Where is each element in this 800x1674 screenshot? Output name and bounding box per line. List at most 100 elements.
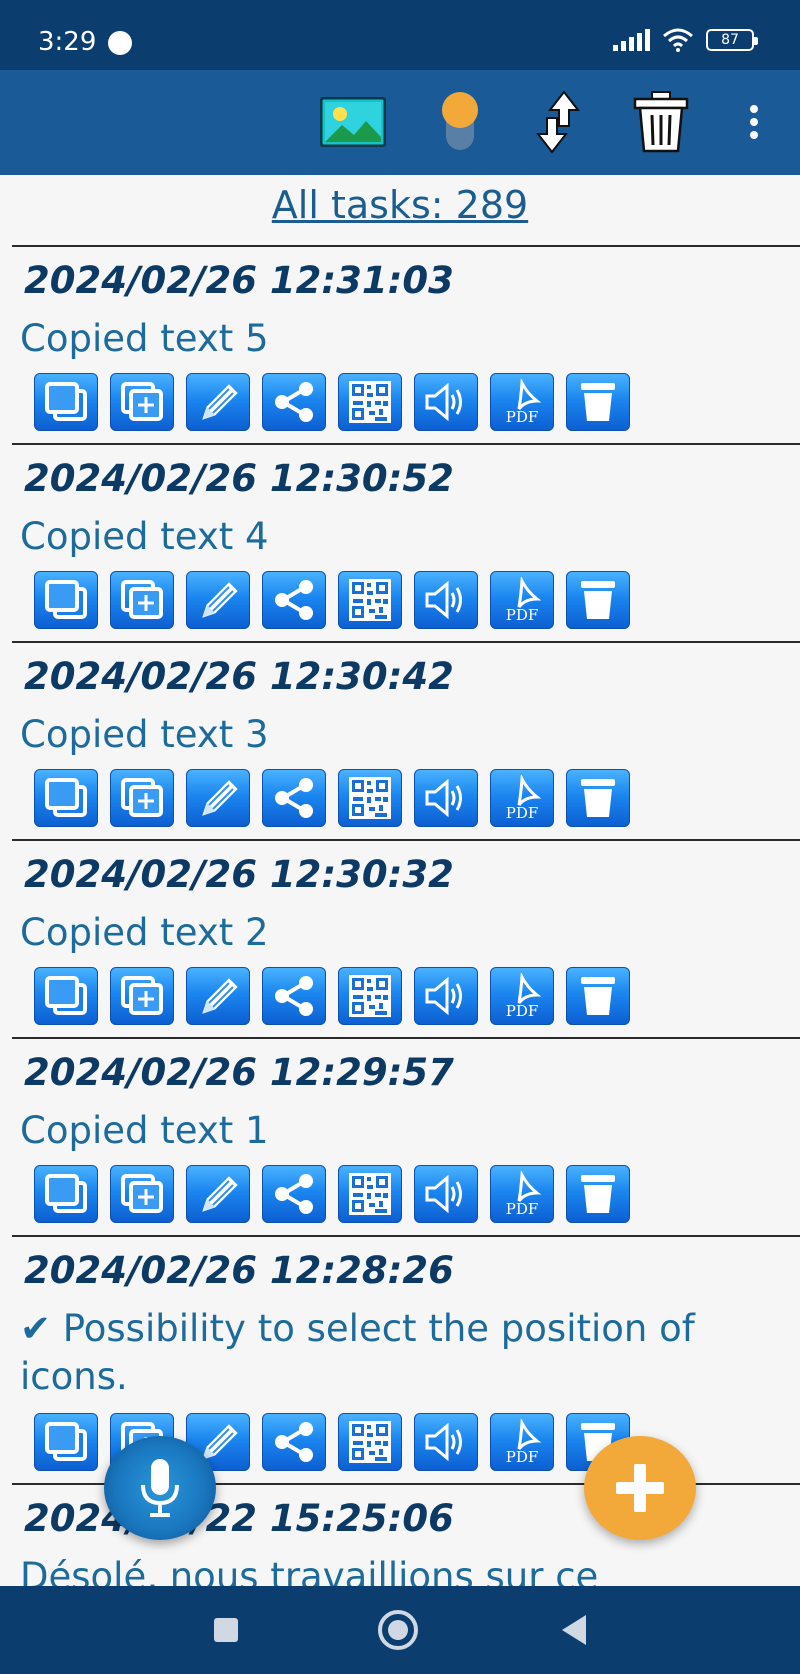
add-task-button[interactable] — [584, 1436, 696, 1540]
task-row[interactable]: 2024/02/26 12:30:32 Copied text 2 PDF — [12, 839, 800, 1037]
delete-button[interactable] — [566, 769, 630, 827]
edit-pencil-icon — [202, 978, 238, 1014]
svg-text:PDF: PDF — [506, 1448, 539, 1465]
share-button[interactable] — [262, 373, 326, 431]
qr-code-button[interactable] — [338, 967, 402, 1025]
pdf-button[interactable]: PDF — [490, 769, 554, 827]
back-button[interactable] — [550, 1606, 598, 1654]
sort-button[interactable] — [528, 90, 588, 154]
app-bar — [0, 70, 800, 175]
task-timestamp: 2024/02/26 12:30:52 — [24, 457, 454, 500]
share-icon — [275, 1422, 313, 1462]
pdf-icon: PDF — [506, 775, 542, 821]
edit-pencil-icon — [202, 1176, 238, 1212]
speaker-icon — [425, 976, 462, 1016]
copy-add-button[interactable] — [110, 769, 174, 827]
speaker-button[interactable] — [414, 1165, 478, 1223]
speaker-button[interactable] — [414, 373, 478, 431]
task-actions: PDF — [34, 571, 630, 629]
task-row[interactable]: 2024/02/26 12:30:42 Copied text 3 PDF — [12, 641, 800, 839]
copy-button[interactable] — [34, 769, 98, 827]
pdf-button[interactable]: PDF — [490, 967, 554, 1025]
copy-add-button[interactable] — [110, 571, 174, 629]
copy-icon — [45, 778, 87, 817]
qr-code-button[interactable] — [338, 1165, 402, 1223]
edit-pencil-button[interactable] — [186, 967, 250, 1025]
qr-code-button[interactable] — [338, 769, 402, 827]
speaker-button[interactable] — [414, 571, 478, 629]
share-icon — [275, 976, 313, 1016]
edit-pencil-button[interactable] — [186, 1165, 250, 1223]
svg-text:PDF: PDF — [506, 606, 539, 623]
home-button[interactable] — [374, 1606, 422, 1654]
speaker-button[interactable] — [414, 1413, 478, 1471]
qr-code-icon — [349, 579, 391, 621]
share-button[interactable] — [262, 769, 326, 827]
edit-pencil-icon — [202, 582, 238, 618]
battery-icon: 87 — [706, 29, 758, 51]
microphone-icon — [141, 1459, 179, 1517]
qr-code-icon — [349, 975, 391, 1017]
task-timestamp: 2024/02/26 12:30:32 — [24, 853, 454, 896]
edit-pencil-button[interactable] — [186, 571, 250, 629]
qr-code-button[interactable] — [338, 373, 402, 431]
sort-icon — [535, 90, 581, 154]
delete-button[interactable] — [566, 373, 630, 431]
speaker-button[interactable] — [414, 967, 478, 1025]
qr-code-button[interactable] — [338, 571, 402, 629]
task-row[interactable]: 2024/02/26 12:30:52 Copied text 4 PDF — [12, 443, 800, 641]
task-text: Copied text 4 — [20, 515, 269, 558]
plus-icon — [616, 1464, 664, 1512]
delete-all-button[interactable] — [630, 90, 692, 154]
speaker-button[interactable] — [414, 769, 478, 827]
voice-input-button[interactable] — [104, 1436, 216, 1540]
toggle-button[interactable] — [430, 90, 490, 154]
task-row[interactable]: 2024/02/26 12:31:03 Copied text 5 PDF — [12, 245, 800, 443]
delete-button[interactable] — [566, 1165, 630, 1223]
qr-code-icon — [349, 381, 391, 423]
delete-button[interactable] — [566, 571, 630, 629]
copy-icon — [45, 1174, 87, 1213]
image-button[interactable] — [318, 90, 388, 154]
copy-add-icon — [121, 580, 163, 619]
pdf-button[interactable]: PDF — [490, 373, 554, 431]
share-icon — [275, 1174, 313, 1214]
task-timestamp: 2024/02/26 12:30:42 — [24, 655, 454, 698]
pdf-button[interactable]: PDF — [490, 1413, 554, 1471]
task-row[interactable]: 2024/02/26 12:29:57 Copied text 1 PDF — [12, 1037, 800, 1235]
edit-pencil-button[interactable] — [186, 769, 250, 827]
share-button[interactable] — [262, 967, 326, 1025]
share-button[interactable] — [262, 1413, 326, 1471]
delete-button[interactable] — [566, 967, 630, 1025]
copy-add-button[interactable] — [110, 967, 174, 1025]
copy-add-button[interactable] — [110, 1165, 174, 1223]
more-options-button[interactable] — [740, 90, 768, 154]
speaker-icon — [425, 580, 462, 620]
pdf-button[interactable]: PDF — [490, 1165, 554, 1223]
pdf-icon: PDF — [506, 379, 542, 425]
speaker-icon — [425, 382, 462, 422]
edit-pencil-button[interactable] — [186, 373, 250, 431]
all-tasks-link[interactable]: All tasks: 289 — [0, 183, 800, 227]
share-icon — [275, 382, 313, 422]
task-list: All tasks: 289 2024/02/26 12:31:03 Copie… — [0, 175, 800, 1586]
edit-pencil-icon — [202, 780, 238, 816]
copy-icon — [45, 1422, 87, 1461]
task-timestamp: 2024/02/22 15:25:06 — [24, 1497, 454, 1540]
pdf-icon: PDF — [506, 577, 542, 623]
copy-button[interactable] — [34, 373, 98, 431]
copy-button[interactable] — [34, 967, 98, 1025]
share-button[interactable] — [262, 571, 326, 629]
copy-button[interactable] — [34, 571, 98, 629]
task-text: Copied text 3 — [20, 713, 269, 756]
copy-button[interactable] — [34, 1165, 98, 1223]
pdf-button[interactable]: PDF — [490, 571, 554, 629]
task-text: ✔ Possibility to select the position of … — [20, 1307, 695, 1398]
copy-add-button[interactable] — [110, 373, 174, 431]
copy-button[interactable] — [34, 1413, 98, 1471]
share-button[interactable] — [262, 1165, 326, 1223]
task-timestamp: 2024/02/26 12:29:57 — [24, 1051, 454, 1094]
svg-text:PDF: PDF — [506, 1200, 539, 1217]
qr-code-button[interactable] — [338, 1413, 402, 1471]
recents-button[interactable] — [202, 1606, 250, 1654]
